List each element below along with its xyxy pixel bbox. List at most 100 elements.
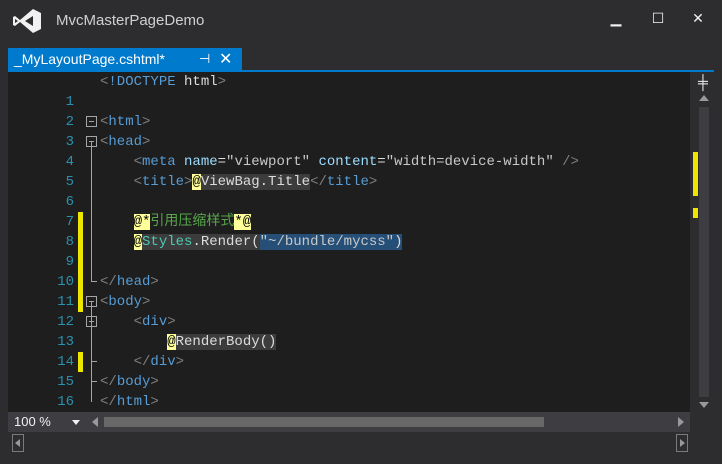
collapse-icon[interactable] xyxy=(86,316,97,327)
collapse-icon[interactable] xyxy=(86,296,97,307)
attribute-name: content xyxy=(310,154,378,170)
code-line: 17 </html> xyxy=(8,392,690,412)
code-text: <body> xyxy=(100,292,150,312)
code-line: 1 <!DOCTYPE html> xyxy=(8,72,690,110)
code-line: 3 <html> xyxy=(8,112,690,150)
horizontal-scroll-thumb[interactable] xyxy=(104,417,544,427)
attribute-value: "width=device-width" xyxy=(385,154,554,170)
code-text: </html> xyxy=(100,392,159,412)
code-line: 15 </div> xyxy=(8,352,690,390)
scroll-right-button[interactable] xyxy=(676,434,688,452)
minimize-icon[interactable]: ▁ xyxy=(600,6,632,30)
code-text: <div> xyxy=(100,312,176,332)
code-text: <head> xyxy=(100,132,150,152)
code-line: 11 </head> xyxy=(8,272,690,310)
class-name: Styles xyxy=(142,234,193,250)
razor-comment: 引用压缩样式 xyxy=(150,214,235,230)
vertical-scrollbar[interactable]: ╪ xyxy=(690,72,716,412)
equals: = xyxy=(217,154,227,170)
code-text: <meta name="viewport" content="width=dev… xyxy=(100,152,579,172)
zoom-select[interactable]: 100 % xyxy=(8,412,86,432)
delimiter: > xyxy=(142,294,151,310)
close-icon[interactable]: ✕ xyxy=(682,6,714,30)
attribute-value: "viewport" xyxy=(226,154,311,170)
delimiter: </ xyxy=(100,374,117,390)
code-text: </div> xyxy=(100,352,184,372)
doctype-value: html xyxy=(175,74,218,90)
delimiter: < xyxy=(133,174,143,190)
pin-icon[interactable]: ⊣ xyxy=(199,51,210,67)
zoom-value: 100 % xyxy=(14,414,51,429)
code-line: 13 <div> xyxy=(8,312,690,372)
delimiter: > xyxy=(142,134,151,150)
razor-at: @ xyxy=(133,234,143,250)
delimiter: </ xyxy=(310,174,327,190)
code-line: 6 <title>@ViewBag.Title</title> xyxy=(8,172,690,232)
split-window-icon[interactable]: ╪ xyxy=(690,74,716,90)
scroll-left-button[interactable] xyxy=(12,434,24,452)
tag-name: title xyxy=(326,174,369,190)
attribute-name: name xyxy=(175,154,218,170)
collapse-icon[interactable] xyxy=(86,116,97,127)
collapse-icon[interactable] xyxy=(86,136,97,147)
delimiter: </ xyxy=(133,354,151,370)
tag-name: body xyxy=(116,374,151,390)
document-tab-strip: _MyLayoutPage.cshtml* ⊣ ✕ ▼ xyxy=(0,42,722,103)
tag-name: body xyxy=(108,294,143,310)
maximize-icon[interactable]: ☐ xyxy=(642,6,674,30)
bottom-scroll-strip xyxy=(8,432,690,454)
razor-expression: ViewBag.Title xyxy=(200,174,311,190)
code-line: 9 @Styles.Render("~/bundle/mycss") xyxy=(8,232,690,292)
code-text: @RenderBody() xyxy=(100,332,277,352)
delimiter: > xyxy=(150,374,159,390)
code-text: <title>@ViewBag.Title</title> xyxy=(100,172,377,192)
visual-studio-logo-icon xyxy=(13,9,41,33)
scroll-thumb[interactable] xyxy=(699,107,709,397)
razor-comment-close: *@ xyxy=(234,214,252,230)
code-editor[interactable]: 1 <!DOCTYPE html> 2 3 <html> 4 <head> 5 … xyxy=(8,72,690,412)
horizontal-scrollbar-row: 100 % xyxy=(8,412,690,432)
delimiter: > xyxy=(150,394,159,410)
app-title: MvcMasterPageDemo xyxy=(56,12,205,29)
code-line: 4 <head> xyxy=(8,132,690,170)
delimiter: > xyxy=(368,174,378,190)
delimiter: > xyxy=(167,314,176,330)
delimiter: </ xyxy=(100,274,117,290)
code-text: @Styles.Render("~/bundle/mycss") xyxy=(100,232,403,252)
scroll-left-icon[interactable] xyxy=(92,417,98,427)
code-line: 16 </body> xyxy=(8,372,690,410)
tag-name: head xyxy=(116,274,151,290)
code-line: 10 xyxy=(8,252,690,312)
tag-name: div xyxy=(150,354,176,370)
scroll-down-icon[interactable] xyxy=(699,402,709,408)
code-text: <!DOCTYPE html> xyxy=(100,72,226,92)
code-line: 7 xyxy=(8,192,690,252)
delimiter: > xyxy=(175,354,185,370)
equals: = xyxy=(377,154,386,170)
code-text: <html> xyxy=(100,112,150,132)
code-line: 14 @RenderBody() xyxy=(8,332,690,370)
delimiter: > xyxy=(217,74,227,90)
tag-name: !DOCTYPE xyxy=(108,74,176,90)
delimiter: < xyxy=(133,314,143,330)
tag-name: head xyxy=(108,134,143,150)
razor-at: @ xyxy=(192,174,201,190)
tab-close-icon[interactable]: ✕ xyxy=(219,49,232,69)
tab-title: _MyLayoutPage.cshtml* xyxy=(14,51,165,67)
code-line: 8 @*引用压缩样式*@ xyxy=(8,212,690,272)
delimiter: > xyxy=(142,114,151,130)
delimiter: > xyxy=(150,274,159,290)
change-overview-marker xyxy=(693,152,698,196)
scroll-up-icon[interactable] xyxy=(699,95,709,101)
string-arg: "~/bundle/mycss" xyxy=(259,234,395,250)
tab-mylayoutpage[interactable]: _MyLayoutPage.cshtml* ⊣ ✕ xyxy=(8,48,242,72)
code-line: 5 <meta name="viewport" content="width=d… xyxy=(8,152,690,190)
scroll-right-icon[interactable] xyxy=(678,417,684,427)
code-text: </body> xyxy=(100,372,159,392)
